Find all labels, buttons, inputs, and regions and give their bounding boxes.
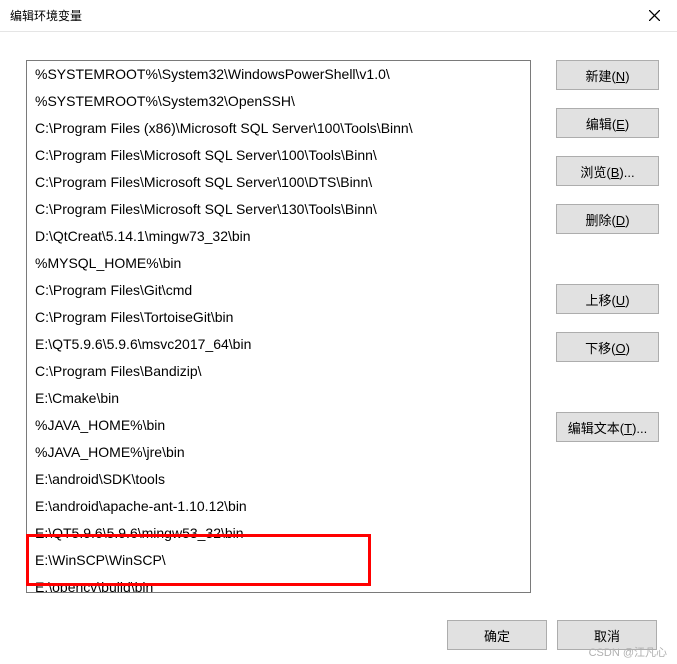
cancel-button[interactable]: 取消 — [557, 620, 657, 650]
new-button[interactable]: 新建(N) — [556, 60, 659, 90]
list-item[interactable]: %JAVA_HOME%\bin — [27, 412, 530, 439]
edittext-button[interactable]: 编辑文本(T)... — [556, 412, 659, 442]
list-item[interactable]: E:\opencv\build\bin — [27, 574, 530, 593]
ok-button[interactable]: 确定 — [447, 620, 547, 650]
list-item[interactable]: C:\Program Files\Microsoft SQL Server\10… — [27, 142, 530, 169]
content-area: %SYSTEMROOT%\System32\WindowsPowerShell\… — [0, 32, 677, 620]
movedown-button[interactable]: 下移(O) — [556, 332, 659, 362]
window-title: 编辑环境变量 — [10, 7, 82, 24]
browse-button[interactable]: 浏览(B)... — [556, 156, 659, 186]
list-item[interactable]: C:\Program Files\Git\cmd — [27, 277, 530, 304]
list-item[interactable]: %SYSTEMROOT%\System32\WindowsPowerShell\… — [27, 61, 530, 88]
button-column: 新建(N) 编辑(E) 浏览(B)... 删除(D) 上移(U) 下移(O) 编… — [556, 60, 659, 610]
list-item[interactable]: C:\Program Files\TortoiseGit\bin — [27, 304, 530, 331]
list-item[interactable]: %JAVA_HOME%\jre\bin — [27, 439, 530, 466]
list-item[interactable]: C:\Program Files (x86)\Microsoft SQL Ser… — [27, 115, 530, 142]
list-item[interactable]: E:\android\apache-ant-1.10.12\bin — [27, 493, 530, 520]
list-container: %SYSTEMROOT%\System32\WindowsPowerShell\… — [26, 60, 542, 610]
list-item[interactable]: %SYSTEMROOT%\System32\OpenSSH\ — [27, 88, 530, 115]
list-item[interactable]: E:\QT5.9.6\5.9.6\mingw53_32\bin — [27, 520, 530, 547]
list-item[interactable]: %MYSQL_HOME%\bin — [27, 250, 530, 277]
close-button[interactable] — [631, 0, 677, 32]
list-item[interactable]: E:\android\SDK\tools — [27, 466, 530, 493]
titlebar: 编辑环境变量 — [0, 0, 677, 32]
list-item[interactable]: E:\WinSCP\WinSCP\ — [27, 547, 530, 574]
list-item[interactable]: E:\QT5.9.6\5.9.6\msvc2017_64\bin — [27, 331, 530, 358]
list-item[interactable]: C:\Program Files\Microsoft SQL Server\13… — [27, 196, 530, 223]
dialog-footer: 确定 取消 — [0, 620, 677, 660]
list-item[interactable]: E:\Cmake\bin — [27, 385, 530, 412]
close-icon — [649, 10, 660, 21]
path-listbox[interactable]: %SYSTEMROOT%\System32\WindowsPowerShell\… — [26, 60, 531, 593]
edit-button[interactable]: 编辑(E) — [556, 108, 659, 138]
list-item[interactable]: C:\Program Files\Microsoft SQL Server\10… — [27, 169, 530, 196]
delete-button[interactable]: 删除(D) — [556, 204, 659, 234]
list-item[interactable]: C:\Program Files\Bandizip\ — [27, 358, 530, 385]
list-item[interactable]: D:\QtCreat\5.14.1\mingw73_32\bin — [27, 223, 530, 250]
moveup-button[interactable]: 上移(U) — [556, 284, 659, 314]
